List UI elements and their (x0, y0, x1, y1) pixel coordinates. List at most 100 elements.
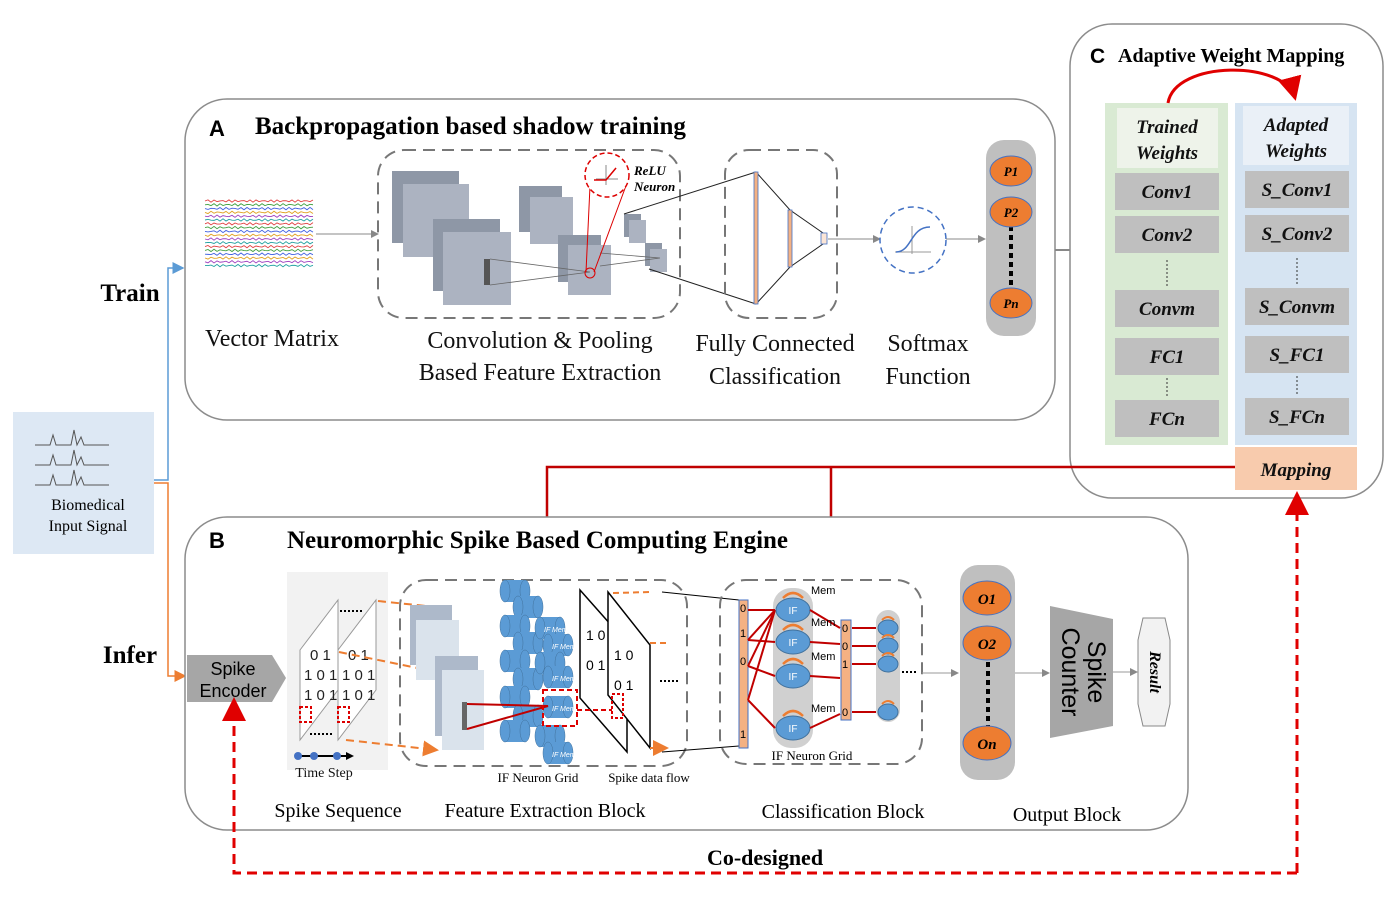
spike-flow-label: Spike data flow (608, 770, 690, 785)
output-node-pn: Pn (989, 287, 1033, 319)
vector-matrix-label: Vector Matrix (205, 326, 339, 352)
if-grid-label: IF Neuron Grid (498, 770, 579, 785)
mem-label: Mem (811, 585, 835, 597)
diagram-canvas: Biomedical Input Signal Train Infer A Ba… (13, 23, 1384, 875)
panel-letter: B (209, 528, 225, 553)
infer-path (154, 482, 187, 682)
svg-text:IF Mem: IF Mem (552, 706, 576, 713)
svg-text:On: On (977, 737, 996, 753)
bit-value: 0 (842, 641, 848, 653)
input-label: Input Signal (49, 518, 128, 535)
bit-value: 0 (740, 656, 746, 668)
softmax-label: Function (885, 364, 970, 390)
mapping-label: Mapping (1260, 460, 1332, 481)
adapted-weights-header: Adapted (1263, 115, 1329, 136)
output-node-p2: P2 (989, 196, 1033, 228)
panel-letter: A (209, 116, 225, 141)
if-neuron-cylinder (512, 595, 544, 619)
svg-text:P1: P1 (1004, 164, 1018, 179)
panel-title: Neuromorphic Spike Based Computing Engin… (287, 527, 788, 554)
biomedical-input-box: Biomedical Input Signal (13, 412, 154, 554)
softmax-label: Softmax (887, 331, 968, 357)
svg-text:Convm: Convm (1139, 299, 1195, 320)
result-label: Result (1146, 650, 1163, 693)
svg-text:IF Mem: IF Mem (544, 627, 568, 634)
panel-c: C Adaptive Weight Mapping Trained Weight… (1069, 23, 1384, 499)
bit-value: 1 (842, 659, 848, 671)
panel-b: B Neuromorphic Spike Based Computing Eng… (184, 516, 1189, 831)
trained-weight-fcn: FCn (1115, 400, 1219, 437)
output-node-on: On (962, 725, 1012, 761)
trained-weight-convm: Convm (1115, 290, 1219, 327)
if-neuron-cylinder (499, 719, 531, 743)
if-label: IF (789, 672, 798, 683)
bit-value: 0 (842, 707, 848, 719)
adapted-weight-s-conv2: S_Conv2 (1245, 215, 1349, 252)
conv-label: Convolution & Pooling (427, 328, 652, 354)
svg-text:1 0: 1 0 (614, 647, 634, 663)
panel-title: Backpropagation based shadow training (255, 113, 686, 140)
class-block-label: Classification Block (762, 801, 925, 823)
trained-weights-header: Trained (1136, 117, 1198, 138)
infer-label: Infer (103, 642, 157, 669)
svg-text:S_Conv2: S_Conv2 (1262, 224, 1333, 245)
mem-label: Mem (811, 651, 835, 663)
output-node-p1: P1 (989, 155, 1033, 187)
output-block-label: Output Block (1013, 804, 1121, 826)
svg-text:1 0 1: 1 0 1 (304, 667, 337, 684)
svg-text:0 1: 0 1 (586, 657, 606, 673)
spike-counter-label: Spike (1082, 641, 1110, 704)
svg-text:IF Mem: IF Mem (552, 752, 576, 759)
spike-encoder-label: Encoder (199, 681, 266, 701)
adapted-weight-s-conv1: S_Conv1 (1245, 171, 1349, 208)
fc-label: Fully Connected (695, 331, 854, 357)
time-step-label: Time Step (295, 766, 352, 781)
svg-text:1 0: 1 0 (586, 627, 606, 643)
svg-text:IF Mem: IF Mem (552, 676, 576, 683)
output-node-o2: O2 (962, 625, 1012, 661)
panel-title: Adaptive Weight Mapping (1118, 45, 1344, 67)
svg-text:O2: O2 (978, 637, 997, 653)
svg-text:1 0 1: 1 0 1 (304, 687, 337, 704)
svg-text:1 0 1: 1 0 1 (342, 667, 375, 684)
svg-text:P2: P2 (1004, 205, 1019, 220)
trained-weight-fc1: FC1 (1115, 338, 1219, 375)
input-label: Biomedical (51, 497, 125, 514)
trained-weight-conv1: Conv1 (1115, 173, 1219, 210)
if-label: IF (789, 606, 798, 617)
mem-label: Mem (811, 703, 835, 715)
svg-text:O1: O1 (978, 592, 996, 608)
svg-text:Conv1: Conv1 (1142, 182, 1193, 203)
if-neuron (877, 655, 899, 673)
if-neuron-cylinder: IF Mem (542, 665, 576, 689)
if-grid-label: IF Neuron Grid (772, 748, 853, 763)
relu-label: ReLU (633, 163, 666, 178)
svg-text:S_Convm: S_Convm (1259, 297, 1335, 318)
fc-label: Classification (709, 364, 841, 390)
trained-weights-header: Weights (1136, 143, 1198, 164)
feature-block-label: Feature Extraction Block (444, 800, 645, 822)
output-node-o1: O1 (962, 580, 1012, 616)
svg-text:0 1: 0 1 (310, 647, 331, 664)
panel-a: A Backpropagation based shadow training … (184, 98, 1056, 421)
if-label: IF (789, 724, 798, 735)
relu-icon (584, 152, 630, 198)
spike-encoder-label: Spike (210, 659, 255, 679)
svg-text:1 0 1: 1 0 1 (342, 687, 375, 704)
mem-label: Mem (811, 617, 835, 629)
trained-weight-conv2: Conv2 (1115, 216, 1219, 253)
bit-value: 1 (740, 628, 746, 640)
svg-text:Pn: Pn (1003, 296, 1018, 311)
train-label: Train (100, 280, 159, 307)
adapted-weights-header: Weights (1265, 141, 1327, 162)
diagram: Biomedical Input Signal Train Infer A Ba… (0, 0, 1392, 910)
adapted-weight-s-convm: S_Convm (1245, 288, 1349, 325)
bit-value: 0 (842, 623, 848, 635)
spike-counter-label: Counter (1056, 628, 1084, 717)
adapted-weight-s-fc1: S_FC1 (1245, 336, 1349, 373)
if-neuron (877, 619, 899, 637)
svg-text:Conv2: Conv2 (1142, 225, 1193, 246)
svg-text:S_Conv1: S_Conv1 (1262, 180, 1333, 201)
relu-label: Neuron (633, 179, 675, 194)
if-neuron-cylinder: IF Mem (542, 741, 576, 765)
